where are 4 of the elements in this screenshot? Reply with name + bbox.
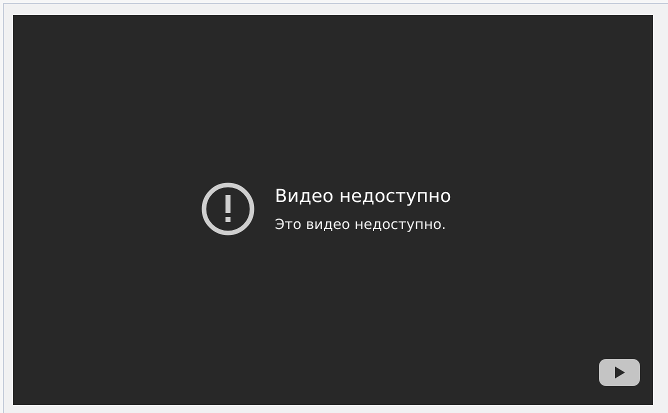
error-message: Это видео недоступно. [274,216,447,232]
warning-icon [200,182,255,236]
error-title: Видео недоступно [274,186,452,206]
play-logo-icon[interactable] [599,359,640,386]
